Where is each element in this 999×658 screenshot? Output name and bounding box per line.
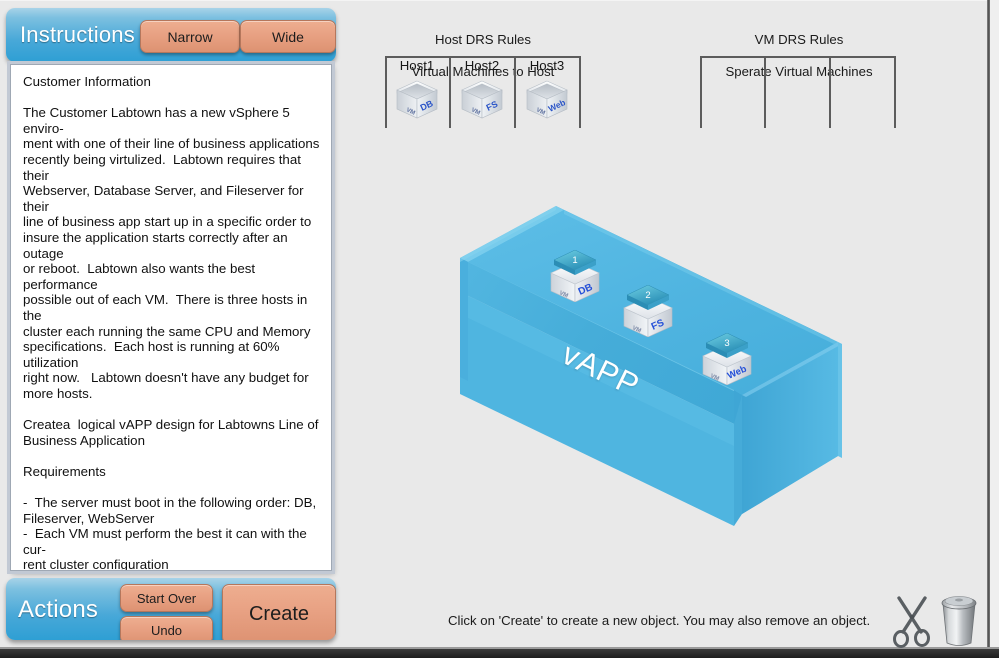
- vm-drs-divider-0: [700, 56, 702, 128]
- vapp-container[interactable]: [448, 196, 878, 536]
- scissors-icon[interactable]: [890, 592, 934, 648]
- vm-order-number: 1: [572, 255, 577, 266]
- vm-label-text: DB: [419, 98, 435, 113]
- vm-order-number: 3: [724, 338, 729, 349]
- vm-cube-with-order-icon: 2 VM FS: [623, 284, 673, 338]
- exam-canvas: Instructions Narrow Wide Customer Inform…: [0, 0, 999, 658]
- vm-cube-icon: VM Web: [526, 80, 568, 119]
- vm-drs-divider-2: [829, 56, 831, 128]
- start-over-button[interactable]: Start Over: [120, 584, 213, 612]
- trash-icon[interactable]: [938, 590, 980, 648]
- window-right-border: [987, 0, 990, 650]
- host-drs-column-header-3: Host3: [529, 58, 565, 73]
- vm-cube-face-labels: VM DB: [405, 98, 435, 117]
- vapp-vm-cube-2[interactable]: 2 VM FS: [621, 284, 675, 338]
- window-bottom-border: [0, 649, 999, 658]
- host-drs-vm-stencil-web[interactable]: VM Web: [524, 78, 570, 122]
- host-drs-column-header-1: Host1: [399, 58, 435, 73]
- vapp-3d-box: [460, 206, 842, 526]
- vm-cube-icon: VM FS: [461, 80, 503, 119]
- instructions-title: Instructions: [20, 22, 135, 47]
- vm-order-number: 2: [645, 290, 650, 301]
- vm-cube-with-order-icon: 3 VM Web: [702, 332, 752, 386]
- vm-drs-top-rule: [700, 56, 896, 58]
- actions-title: Actions: [18, 596, 99, 623]
- narrow-button[interactable]: Narrow: [140, 20, 240, 53]
- instructions-body-text: Customer Information The Customer Labtow…: [23, 74, 320, 571]
- create-button[interactable]: Create: [222, 584, 336, 640]
- vm-drs-title-line1: VM DRS Rules: [754, 32, 844, 47]
- vm-cube-with-order-icon: 1 VM DB: [550, 249, 600, 303]
- instructions-text-panel[interactable]: Customer Information The Customer Labtow…: [10, 64, 332, 571]
- host-drs-table[interactable]: Host1 Host2 Host3 VM DB VM FS VM Web: [385, 56, 581, 128]
- wide-button[interactable]: Wide: [240, 20, 336, 53]
- window-top-edge: [0, 0, 999, 1]
- host-drs-divider-3: [579, 56, 581, 128]
- undo-button[interactable]: Undo: [120, 616, 213, 640]
- footer-hint-text: Click on 'Create' to create a new object…: [448, 613, 871, 628]
- vapp-vm-cube-3[interactable]: 3 VM Web: [700, 332, 754, 386]
- host-drs-title-line1: Host DRS Rules: [434, 32, 531, 47]
- actions-bar: Actions Start Over Undo Create: [6, 578, 336, 640]
- vm-drs-divider-1: [764, 56, 766, 128]
- host-drs-column-header-2: Host2: [464, 58, 500, 73]
- instructions-header-bar: Instructions Narrow Wide: [6, 8, 336, 62]
- host-drs-vm-stencil-db[interactable]: VM DB: [394, 78, 440, 122]
- vm-prefix-text: VM: [405, 107, 416, 116]
- host-drs-vm-stencil-fs[interactable]: VM FS: [459, 78, 505, 122]
- vapp-vm-cube-1[interactable]: 1 VM DB: [548, 249, 602, 303]
- vm-drs-table[interactable]: [700, 56, 896, 128]
- vm-drs-divider-3: [894, 56, 896, 128]
- window-right-gutter: [990, 0, 999, 649]
